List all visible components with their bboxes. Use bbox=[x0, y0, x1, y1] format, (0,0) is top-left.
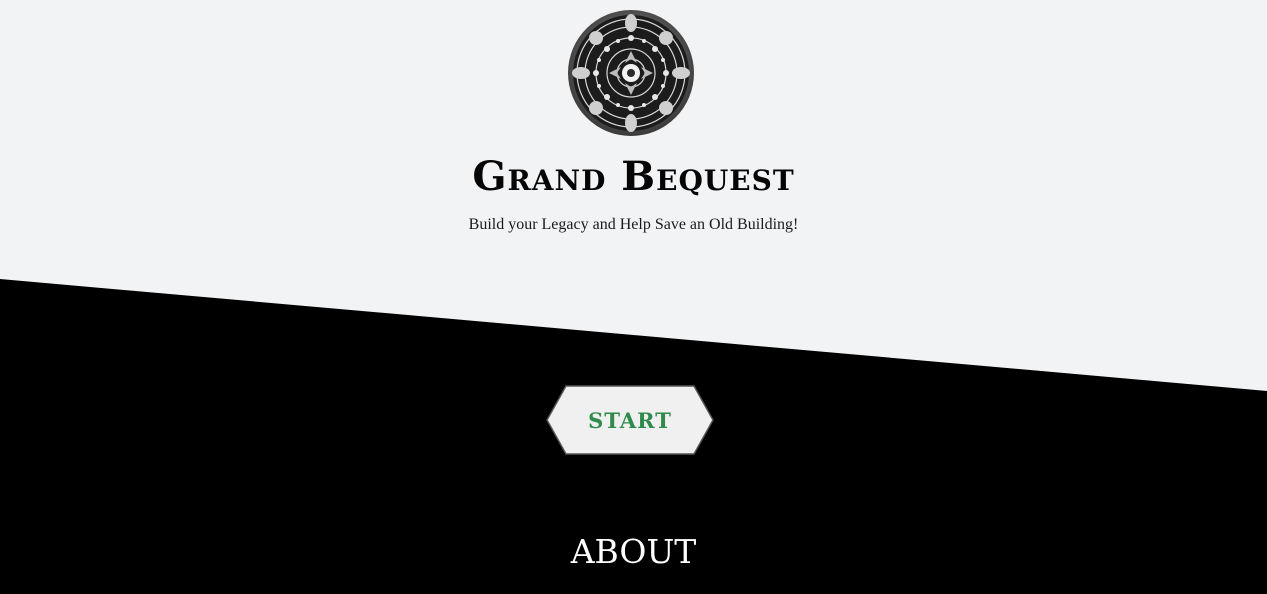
start-button[interactable] bbox=[546, 385, 714, 455]
about-heading: ABOUT bbox=[570, 532, 697, 571]
site-tagline: Build your Legacy and Help Save an Old B… bbox=[468, 216, 799, 233]
site-title: Grand Bequest bbox=[472, 153, 795, 200]
ornate-mandala-logo-icon bbox=[568, 10, 694, 136]
landing-page: Grand Bequest Build your Legacy and Help… bbox=[0, 0, 1267, 594]
